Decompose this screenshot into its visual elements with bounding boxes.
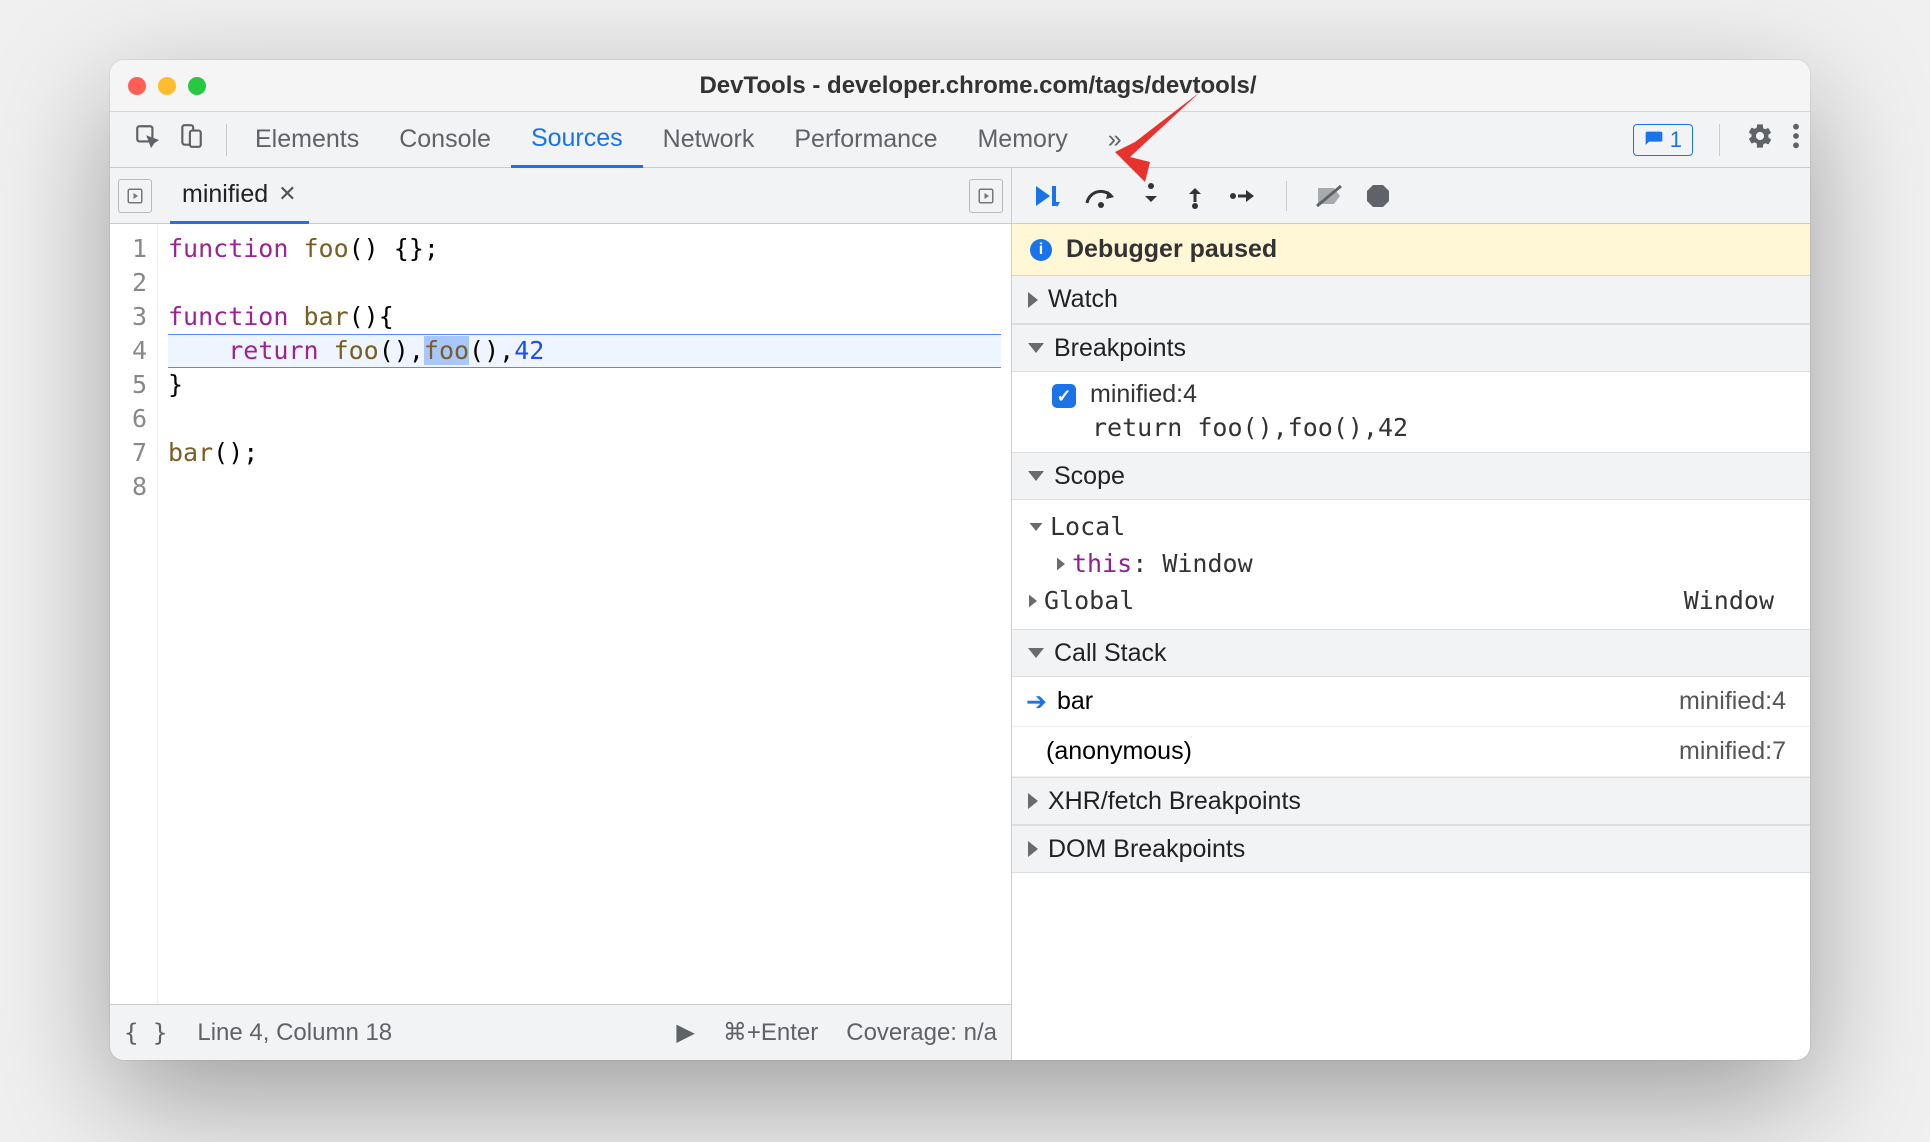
editor-statusbar: { } Line 4, Column 18 ▶ ⌘+Enter Coverage…: [110, 1004, 1011, 1060]
line-gutter: 12345678: [110, 224, 158, 1004]
tab-sources[interactable]: Sources: [511, 112, 643, 168]
tabs-overflow[interactable]: »: [1088, 112, 1142, 168]
scope-body: Local this: Window Global Window: [1012, 500, 1810, 629]
code-line[interactable]: function bar(){: [168, 300, 1001, 334]
inspect-element-icon[interactable]: [134, 123, 160, 156]
tab-network[interactable]: Network: [643, 112, 775, 168]
frame-name: (anonymous): [1046, 737, 1192, 766]
devtools-window: DevTools - developer.chrome.com/tags/dev…: [110, 60, 1810, 1060]
close-file-icon[interactable]: ✕: [278, 181, 296, 207]
code-line[interactable]: [168, 266, 1001, 300]
file-tab-minified[interactable]: minified ✕: [170, 168, 309, 224]
step-into-icon[interactable]: [1140, 182, 1162, 210]
code-line[interactable]: function foo() {};: [168, 232, 1001, 266]
breakpoint-checkbox[interactable]: [1052, 384, 1076, 408]
breakpoint-snippet: return foo(),foo(),42: [1090, 413, 1408, 442]
issues-count: 1: [1670, 127, 1682, 153]
debugger-pane: i Debugger paused Watch Breakpoints mini…: [1012, 168, 1810, 1060]
code-line[interactable]: return foo(),foo(),42: [168, 334, 1001, 368]
section-breakpoints[interactable]: Breakpoints: [1012, 324, 1810, 372]
section-scope[interactable]: Scope: [1012, 452, 1810, 500]
main-toolbar: Elements Console Sources Network Perform…: [110, 112, 1810, 168]
cursor-position: Line 4, Column 18: [197, 1019, 392, 1047]
code-line[interactable]: [168, 470, 1001, 504]
step-icon[interactable]: [1228, 185, 1258, 207]
run-shortcut: ⌘+Enter: [723, 1018, 818, 1047]
run-snippet-icon[interactable]: [969, 179, 1003, 213]
section-callstack[interactable]: Call Stack: [1012, 629, 1810, 677]
scope-global[interactable]: Global Window: [1028, 582, 1794, 619]
code-line[interactable]: bar();: [168, 436, 1001, 470]
breakpoint-item[interactable]: minified:4 return foo(),foo(),42: [1052, 380, 1794, 442]
step-out-icon[interactable]: [1184, 182, 1206, 210]
callstack-frame[interactable]: ➔ bar minified:4: [1012, 677, 1810, 727]
device-toolbar-icon[interactable]: [178, 123, 204, 156]
window-title: DevTools - developer.chrome.com/tags/dev…: [206, 72, 1810, 100]
zoom-window-button[interactable]: [188, 77, 206, 95]
breakpoint-label: minified:4: [1090, 380, 1408, 409]
pause-on-exceptions-icon[interactable]: [1365, 183, 1391, 209]
frame-location: minified:4: [1679, 687, 1792, 716]
frame-name: bar: [1057, 687, 1093, 716]
pretty-print-icon[interactable]: { }: [124, 1019, 167, 1047]
info-icon: i: [1030, 239, 1052, 261]
tab-console[interactable]: Console: [379, 112, 511, 168]
debugger-toolbar: [1012, 168, 1810, 224]
tab-memory[interactable]: Memory: [957, 112, 1087, 168]
section-dom-breakpoints[interactable]: DOM Breakpoints: [1012, 825, 1810, 873]
close-window-button[interactable]: [128, 77, 146, 95]
scope-local-this[interactable]: this: Window: [1028, 545, 1794, 582]
deactivate-breakpoints-icon[interactable]: [1315, 184, 1343, 208]
section-watch[interactable]: Watch: [1012, 276, 1810, 324]
scope-local[interactable]: Local: [1028, 508, 1794, 545]
sources-editor-pane: minified ✕ 12345678 function foo() {}; f…: [110, 168, 1012, 1060]
paused-label: Debugger paused: [1066, 235, 1277, 264]
tab-performance[interactable]: Performance: [774, 112, 957, 168]
step-over-icon[interactable]: [1084, 183, 1118, 209]
navigator-toggle-icon[interactable]: [118, 179, 152, 213]
code-editor[interactable]: 12345678 function foo() {}; function bar…: [110, 224, 1011, 1004]
settings-icon[interactable]: [1746, 122, 1774, 157]
debugger-paused-banner: i Debugger paused: [1012, 224, 1810, 276]
coverage-status: Coverage: n/a: [846, 1019, 997, 1047]
minimize-window-button[interactable]: [158, 77, 176, 95]
code-line[interactable]: }: [168, 368, 1001, 402]
tab-elements[interactable]: Elements: [235, 112, 379, 168]
run-icon[interactable]: ▶: [676, 1018, 694, 1047]
more-options-icon[interactable]: [1792, 122, 1800, 157]
window-controls: [110, 77, 206, 95]
file-tab-label: minified: [182, 180, 268, 209]
resume-icon[interactable]: [1032, 183, 1062, 209]
section-xhr-breakpoints[interactable]: XHR/fetch Breakpoints: [1012, 777, 1810, 825]
current-frame-icon: ➔: [1026, 687, 1047, 717]
code-line[interactable]: [168, 402, 1001, 436]
callstack-frame[interactable]: (anonymous) minified:7: [1012, 727, 1810, 777]
titlebar: DevTools - developer.chrome.com/tags/dev…: [110, 60, 1810, 112]
issues-button[interactable]: 1: [1633, 124, 1693, 156]
frame-location: minified:7: [1679, 737, 1792, 766]
